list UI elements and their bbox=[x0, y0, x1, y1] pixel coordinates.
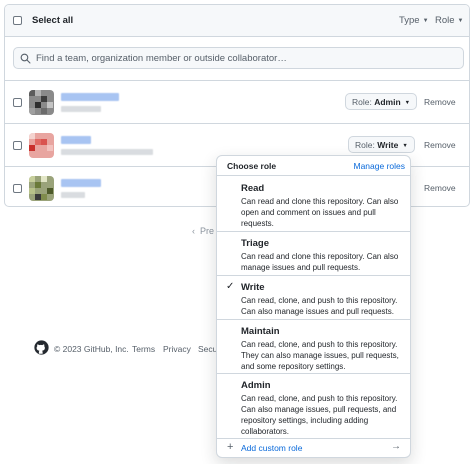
role-option-title: Admin bbox=[241, 380, 271, 391]
pagination[interactable]: ‹ Pre bbox=[192, 226, 214, 236]
role-option-title: Write bbox=[241, 282, 265, 293]
role-option-description: Can read and clone this repository. Can … bbox=[241, 197, 399, 228]
caret-down-icon: ▼ bbox=[422, 18, 429, 24]
caret-down-icon: ▼ bbox=[404, 100, 411, 106]
remove-button[interactable]: Remove bbox=[424, 97, 456, 107]
type-filter-label: Type bbox=[399, 15, 420, 26]
member-name-redacted bbox=[61, 136, 91, 144]
choose-role-menu: Choose role Manage roles Read Can read a… bbox=[216, 155, 411, 458]
role-option-write[interactable]: ✓ Write Can read, clone, and push to thi… bbox=[217, 276, 410, 320]
select-all-checkbox[interactable] bbox=[13, 16, 22, 25]
row-checkbox[interactable] bbox=[13, 141, 22, 150]
role-button[interactable]: Role: Admin ▼ bbox=[345, 93, 418, 110]
role-option-triage[interactable]: Triage Can read and clone this repositor… bbox=[217, 232, 410, 276]
role-filter-label: Role bbox=[435, 15, 455, 26]
plus-icon: + bbox=[227, 441, 234, 453]
chevron-left-icon: ‹ bbox=[192, 226, 195, 236]
search-icon bbox=[20, 53, 31, 64]
footer-link-security[interactable]: Secu bbox=[198, 344, 217, 354]
previous-page-label: Pre bbox=[200, 226, 215, 236]
member-detail-redacted bbox=[61, 149, 153, 155]
type-filter[interactable]: Type ▼ bbox=[399, 15, 429, 26]
remove-button[interactable]: Remove bbox=[424, 183, 456, 193]
member-row: Role: Admin ▼ Remove bbox=[5, 80, 469, 123]
caret-down-icon: ▼ bbox=[457, 18, 464, 24]
role-button[interactable]: Role: Write ▼ bbox=[348, 136, 415, 153]
add-custom-role-label: Add custom role bbox=[241, 443, 303, 453]
avatar bbox=[29, 176, 54, 201]
role-option-description: Can read, clone, and push to this reposi… bbox=[241, 296, 398, 316]
avatar bbox=[29, 133, 54, 158]
add-custom-role-button[interactable]: + Add custom role → bbox=[217, 439, 410, 457]
role-option-title: Read bbox=[241, 183, 265, 194]
row-checkbox[interactable] bbox=[13, 98, 22, 107]
remove-button[interactable]: Remove bbox=[424, 140, 456, 150]
row-checkbox[interactable] bbox=[13, 184, 22, 193]
caret-down-icon: ▼ bbox=[402, 143, 408, 149]
role-prefix: Role: bbox=[355, 140, 375, 150]
role-option-maintain[interactable]: Maintain Can read, clone, and push to th… bbox=[217, 320, 410, 374]
role-value: Write bbox=[377, 140, 399, 150]
member-name-redacted bbox=[61, 93, 119, 101]
role-option-admin[interactable]: Admin Can read, clone, and push to this … bbox=[217, 374, 410, 439]
avatar bbox=[29, 90, 54, 115]
role-option-title: Maintain bbox=[241, 326, 280, 337]
role-option-description: Can read, clone, and push to this reposi… bbox=[241, 340, 399, 371]
role-option-description: Can read, clone, and push to this reposi… bbox=[241, 394, 398, 436]
role-option-description: Can read and clone this repository. Can … bbox=[241, 252, 399, 272]
role-filter[interactable]: Role ▼ bbox=[435, 15, 464, 26]
role-prefix: Role: bbox=[352, 97, 372, 107]
menu-title: Choose role bbox=[227, 161, 277, 171]
role-value: Admin bbox=[374, 97, 401, 107]
role-option-title: Triage bbox=[241, 238, 269, 249]
footer-link-terms[interactable]: Terms bbox=[132, 344, 155, 354]
footer-link-privacy[interactable]: Privacy bbox=[163, 344, 191, 354]
member-name-redacted bbox=[61, 179, 101, 187]
search-input[interactable] bbox=[36, 50, 456, 66]
menu-header: Choose role Manage roles bbox=[217, 156, 410, 176]
list-header: Select all Type ▼ Role ▼ bbox=[5, 5, 469, 37]
member-detail-redacted bbox=[61, 192, 85, 198]
arrow-right-icon: → bbox=[391, 441, 401, 452]
copyright-text: © 2023 GitHub, Inc. bbox=[54, 344, 129, 354]
check-icon: ✓ bbox=[226, 281, 235, 292]
select-all-label[interactable]: Select all bbox=[32, 15, 73, 26]
github-logo-icon[interactable] bbox=[34, 340, 49, 355]
manage-roles-link[interactable]: Manage roles bbox=[353, 161, 405, 171]
search-box[interactable] bbox=[13, 47, 464, 69]
member-detail-redacted bbox=[61, 106, 101, 112]
role-option-read[interactable]: Read Can read and clone this repository.… bbox=[217, 177, 410, 232]
